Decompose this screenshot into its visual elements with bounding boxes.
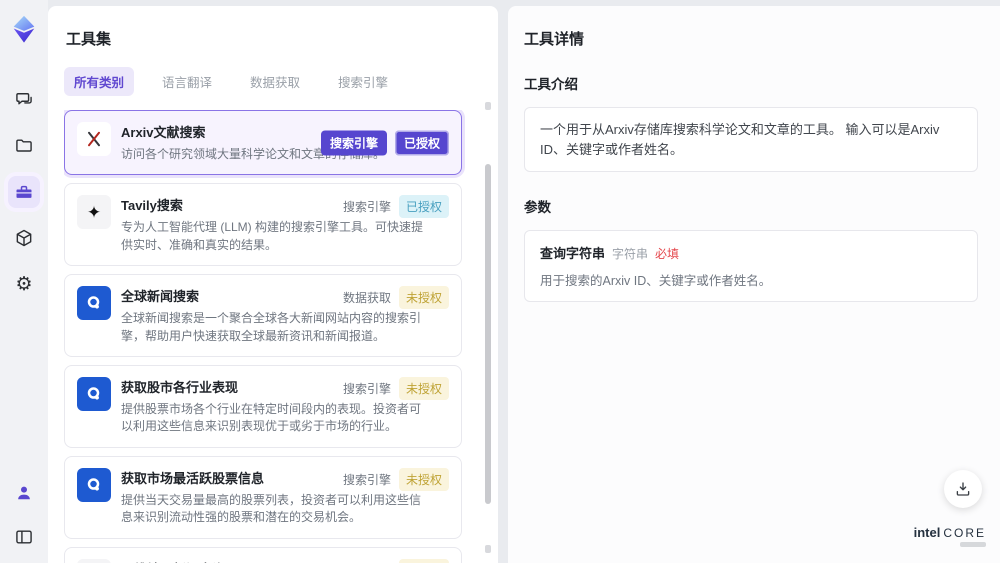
app-logo-icon[interactable]: [9, 14, 39, 44]
tab-search-engine[interactable]: 搜索引擎: [328, 67, 398, 96]
list-scrollbar[interactable]: [484, 102, 492, 553]
category-label: 搜索引擎: [342, 200, 391, 215]
tool-intro-text: 一个用于从Arxiv存储库搜索科学论文和文章的工具。 输入可以是Arxiv ID…: [524, 107, 978, 172]
sidebar-item-tools[interactable]: [8, 176, 40, 208]
tool-description: 专为人工智能代理 (LLM) 构建的搜索引擎工具。可快速提供实时、准确和真实的结…: [121, 220, 424, 252]
tool-card-active-stocks[interactable]: 获取市场最活跃股票信息 提供当天交易量最高的股票列表，投资者可以利用这些信息来识…: [64, 455, 462, 539]
tool-card-arxiv[interactable]: Arxiv文献搜索 访问各个研究领域大量科学论文和文章的存储库。 搜索引擎 已授…: [64, 110, 462, 176]
status-badge: 未授权: [398, 558, 449, 563]
status-badge: 已授权: [398, 195, 449, 219]
sidebar-item-files[interactable]: [8, 130, 40, 162]
tab-all-categories[interactable]: 所有类别: [64, 67, 135, 96]
param-card: 查询字符串 字符串 必填 用于搜索的Arxiv ID、关键字或作者姓名。: [524, 230, 978, 302]
category-tabs: 所有类别 语言翻译 数据获取 搜索引擎: [64, 67, 484, 96]
status-badge: 未授权: [398, 467, 449, 491]
tool-list: Arxiv文献搜索 访问各个研究领域大量科学论文和文章的存储库。 搜索引擎 已授…: [64, 110, 484, 563]
param-name: 查询字符串: [540, 246, 606, 261]
panel-toggle-icon: [16, 530, 32, 544]
folder-icon: [16, 139, 32, 152]
sidebar: ⚙: [0, 0, 48, 563]
sidebar-item-panel-toggle[interactable]: [8, 521, 40, 553]
params-heading: 参数: [524, 200, 551, 215]
detail-title: 工具详情: [524, 31, 585, 48]
tab-data-fetch[interactable]: 数据获取: [240, 67, 310, 96]
intel-product-text: core: [943, 526, 986, 540]
download-button[interactable]: [944, 470, 982, 508]
category-label: 搜索引擎: [342, 472, 391, 487]
category-badge: 搜索引擎: [320, 130, 387, 156]
gear-icon: ⚙: [15, 273, 33, 295]
tool-description: 全球新闻搜索是一个聚合全球各大新闻网站内容的搜索引擎，帮助用户快速获取全球最新资…: [121, 311, 422, 343]
intel-brand-text: intel: [913, 525, 941, 540]
tab-language-translation[interactable]: 语言翻译: [152, 67, 222, 96]
sidebar-item-chat[interactable]: [8, 84, 40, 116]
arxiv-x-icon: [77, 122, 111, 156]
tool-list-panel: 工具集 所有类别 语言翻译 数据获取 搜索引擎 Arxiv文献搜索 访问各个研究…: [48, 6, 498, 563]
chat-icon: [16, 93, 32, 105]
category-label: 搜索引擎: [342, 381, 391, 396]
category-label: 数据获取: [342, 291, 391, 306]
status-badge: 未授权: [398, 376, 449, 400]
sidebar-item-settings[interactable]: ⚙: [8, 268, 40, 300]
param-required-flag: 必填: [655, 247, 680, 261]
scrollbar-down-arrow[interactable]: [485, 545, 491, 553]
param-type: 字符串: [612, 247, 649, 261]
cube-icon: [16, 229, 32, 247]
user-icon: [18, 486, 30, 500]
sidebar-item-account[interactable]: [8, 477, 40, 509]
download-icon: [956, 482, 970, 496]
tool-description: 提供股票市场各个行业在特定时间段内的表现。投资者可以利用这些信息来识别表现优于或…: [121, 401, 422, 434]
tool-card-sector-performance[interactable]: 获取股市各行业表现 提供股票市场各个行业在特定时间段内的表现。投资者可以利用这些…: [64, 364, 462, 448]
tool-card-tavily[interactable]: ✦ Tavily搜索 专为人工智能代理 (LLM) 构建的搜索引擎工具。可快速提…: [64, 183, 462, 267]
intel-badge-mark: [960, 542, 986, 547]
main-area: 工具集 所有类别 语言翻译 数据获取 搜索引擎 Arxiv文献搜索 访问各个研究…: [48, 0, 1000, 563]
newspaper-icon: [77, 558, 111, 563]
scrollbar-up-arrow[interactable]: [485, 102, 491, 110]
status-badge: 已授权: [394, 130, 449, 156]
tavily-star-icon: ✦: [77, 195, 111, 230]
param-description: 用于搜索的Arxiv ID、关键字或作者姓名。: [540, 274, 772, 288]
status-badge: 未授权: [398, 286, 449, 310]
sidebar-item-packages[interactable]: [8, 222, 40, 254]
tool-description: 提供当天交易量最高的股票列表，投资者可以利用这些信息来识别流动性强的股票和潜在的…: [121, 492, 422, 525]
blue-news-icon: [77, 286, 111, 321]
blue-news-icon: [77, 467, 111, 502]
toolbox-icon: [16, 185, 32, 198]
blue-news-icon: [77, 376, 111, 411]
tool-card-global-news[interactable]: 全球新闻搜索 全球新闻搜索是一个聚合全球各大新闻网站内容的搜索引擎，帮助用户快速…: [64, 274, 462, 357]
tool-card-regional-news[interactable]: 万维地区新闻查询 查询具体行政区划内的新闻，快速了解各地新闻动 搜索引擎 未授权: [64, 546, 462, 563]
app-window: ⚙ 工具集 所有类别 语言翻译 数据获取 搜索引擎 Arxiv文献搜索 访问各个…: [0, 0, 1000, 563]
tool-detail-panel: 工具详情 工具介绍 一个用于从Arxiv存储库搜索科学论文和文章的工具。 输入可…: [508, 6, 1000, 563]
intro-heading: 工具介绍: [524, 77, 578, 92]
scrollbar-thumb[interactable]: [485, 164, 491, 504]
page-title: 工具集: [66, 31, 112, 48]
intel-core-logo: intel core: [914, 525, 986, 547]
